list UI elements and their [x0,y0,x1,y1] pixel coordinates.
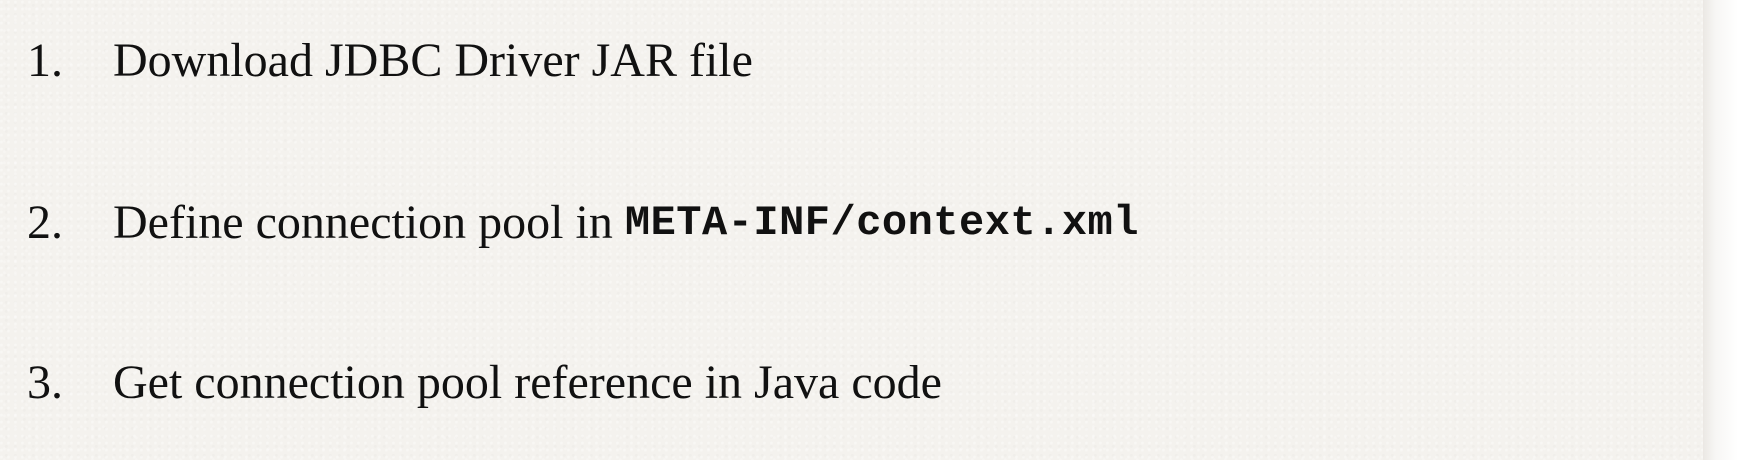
slide: 1. Download JDBC Driver JAR file 2. Defi… [0,0,1703,460]
code-path: META-INF/context.xml [624,199,1139,247]
list-item: 2. Define connection pool in META-INF/co… [0,183,1139,263]
step-text: Download JDBC Driver JAR file [113,34,753,87]
step-text: Get connection pool reference in Java co… [113,356,942,409]
list-item: 1. Download JDBC Driver JAR file [0,21,753,101]
step-number: 3. [27,356,63,409]
steps-list: 1. Download JDBC Driver JAR file 2. Defi… [0,0,1703,460]
step-text: Define connection pool in [113,196,613,249]
step-number: 2. [27,196,63,249]
step-number: 1. [27,34,63,87]
page-edge [1703,0,1738,460]
list-item: 3. Get connection pool reference in Java… [0,343,942,423]
